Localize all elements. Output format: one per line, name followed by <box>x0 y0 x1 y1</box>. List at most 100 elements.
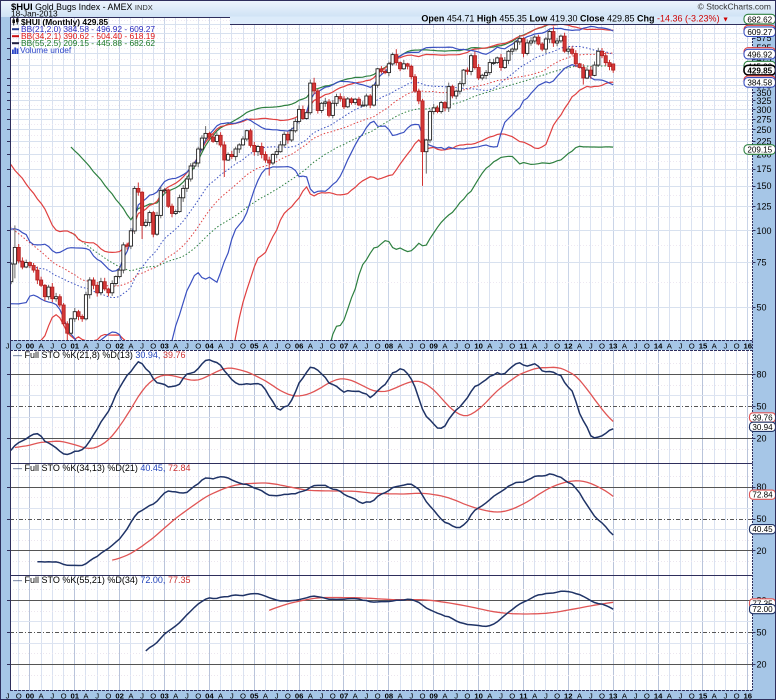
svg-text:05: 05 <box>250 691 259 700</box>
svg-text:13: 13 <box>609 341 618 350</box>
svg-text:A: A <box>128 691 134 700</box>
svg-text:O: O <box>105 341 111 350</box>
svg-text:J: J <box>95 341 99 350</box>
svg-text:J: J <box>499 691 503 700</box>
svg-text:— Full STO %K(21,8) %D(13) 30.: — Full STO %K(21,8) %D(13) 30.94, 39.76 <box>13 350 185 360</box>
svg-text:O: O <box>509 341 515 350</box>
svg-text:07: 07 <box>340 691 349 700</box>
svg-text:09: 09 <box>429 341 438 350</box>
svg-text:J: J <box>275 341 279 350</box>
svg-text:10: 10 <box>474 691 483 700</box>
svg-text:A: A <box>622 341 628 350</box>
svg-text:16: 16 <box>744 691 753 700</box>
svg-text:01: 01 <box>71 691 80 700</box>
svg-text:A: A <box>173 341 179 350</box>
svg-text:A: A <box>83 691 89 700</box>
svg-text:02: 02 <box>115 691 124 700</box>
svg-text:J: J <box>185 691 189 700</box>
svg-text:O: O <box>599 341 605 350</box>
svg-text:08: 08 <box>385 341 394 350</box>
svg-text:J: J <box>6 341 10 350</box>
svg-text:A: A <box>398 691 404 700</box>
svg-text:11: 11 <box>519 691 528 700</box>
svg-text:A: A <box>39 691 45 700</box>
svg-text:J: J <box>364 691 368 700</box>
svg-text:609.27: 609.27 <box>747 28 772 37</box>
svg-text:03: 03 <box>160 691 169 700</box>
svg-text:J: J <box>634 691 638 700</box>
svg-text:J: J <box>50 341 54 350</box>
svg-text:O: O <box>16 691 22 700</box>
svg-text:O: O <box>240 341 246 350</box>
svg-text:J: J <box>544 341 548 350</box>
svg-text:J: J <box>589 341 593 350</box>
svg-text:429.85: 429.85 <box>747 66 772 75</box>
svg-text:— Full STO %K(34,13) %D(21) 40: — Full STO %K(34,13) %D(21) 40.45, 72.84 <box>13 463 190 473</box>
svg-text:A: A <box>263 691 269 700</box>
svg-text:A: A <box>263 341 269 350</box>
svg-text:75: 75 <box>757 258 767 268</box>
svg-text:40.45: 40.45 <box>752 525 773 534</box>
svg-text:A: A <box>173 691 179 700</box>
svg-text:O: O <box>330 341 336 350</box>
svg-text:A: A <box>308 691 314 700</box>
svg-text:J: J <box>679 341 683 350</box>
svg-text:O: O <box>285 691 291 700</box>
svg-text:A: A <box>712 691 718 700</box>
svg-text:06: 06 <box>295 341 304 350</box>
svg-text:O: O <box>16 341 22 350</box>
svg-text:A: A <box>487 691 493 700</box>
svg-text:A: A <box>353 691 359 700</box>
svg-text:15: 15 <box>699 691 708 700</box>
svg-text:J: J <box>320 341 324 350</box>
svg-text:O: O <box>599 691 605 700</box>
svg-text:00: 00 <box>26 341 35 350</box>
svg-text:A: A <box>442 691 448 700</box>
svg-text:J: J <box>50 691 54 700</box>
svg-text:Open 454.71 High 455.35 Low 41: Open 454.71 High 455.35 Low 419.30 Close… <box>421 14 729 24</box>
svg-text:20: 20 <box>757 546 767 556</box>
svg-text:J: J <box>95 691 99 700</box>
svg-text:06: 06 <box>295 691 304 700</box>
svg-text:16: 16 <box>744 341 753 350</box>
svg-text:20: 20 <box>757 434 767 444</box>
svg-text:A: A <box>667 341 673 350</box>
svg-text:A: A <box>39 341 45 350</box>
svg-text:J: J <box>454 691 458 700</box>
svg-text:A: A <box>83 341 89 350</box>
svg-text:250: 250 <box>757 125 772 135</box>
svg-text:O: O <box>509 691 515 700</box>
svg-text:A: A <box>577 341 583 350</box>
svg-text:J: J <box>230 691 234 700</box>
svg-text:11: 11 <box>519 341 528 350</box>
svg-text:Volume undef: Volume undef <box>20 45 72 55</box>
svg-text:O: O <box>285 341 291 350</box>
svg-text:J: J <box>140 691 144 700</box>
svg-text:682.62: 682.62 <box>747 15 772 24</box>
svg-text:A: A <box>218 341 224 350</box>
svg-text:J: J <box>140 341 144 350</box>
svg-text:50: 50 <box>757 402 767 412</box>
svg-text:O: O <box>150 691 156 700</box>
svg-text:02: 02 <box>115 341 124 350</box>
svg-text:O: O <box>105 691 111 700</box>
svg-text:209.15: 209.15 <box>747 146 772 155</box>
svg-text:A: A <box>398 341 404 350</box>
svg-text:72.00: 72.00 <box>752 605 773 614</box>
svg-text:J: J <box>275 691 279 700</box>
svg-text:J: J <box>6 691 10 700</box>
svg-text:O: O <box>689 341 695 350</box>
svg-text:J: J <box>723 341 727 350</box>
svg-text:50: 50 <box>757 514 767 524</box>
svg-text:O: O <box>375 691 381 700</box>
svg-text:J: J <box>185 341 189 350</box>
svg-text:12: 12 <box>564 691 573 700</box>
svg-text:A: A <box>308 341 314 350</box>
svg-text:O: O <box>644 691 650 700</box>
svg-text:O: O <box>689 691 695 700</box>
svg-text:J: J <box>364 341 368 350</box>
svg-text:O: O <box>195 691 201 700</box>
svg-text:300: 300 <box>757 105 772 115</box>
svg-text:08: 08 <box>385 691 394 700</box>
svg-text:O: O <box>464 341 470 350</box>
